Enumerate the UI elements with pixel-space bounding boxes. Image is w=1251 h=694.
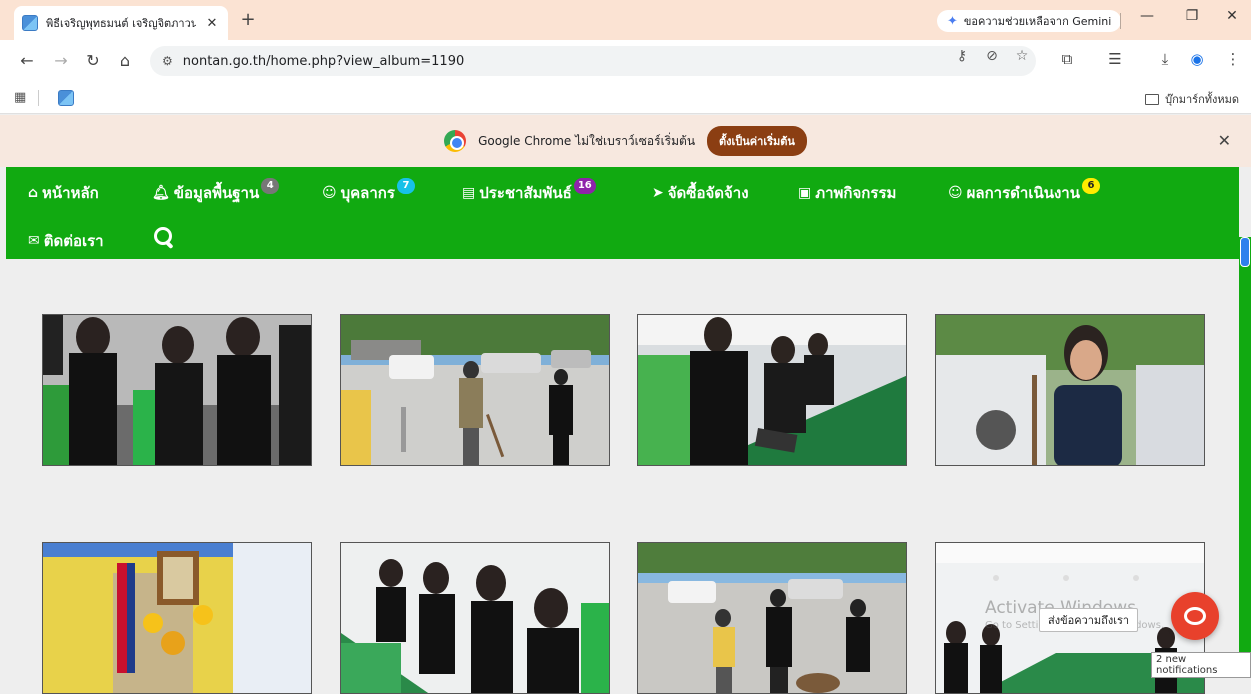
all-bookmarks-button[interactable]: บุ๊กมาร์กทั้งหมด <box>1145 90 1239 108</box>
site-settings-icon[interactable]: ⚙ <box>162 54 173 68</box>
window-close-icon[interactable]: ✕ <box>1217 8 1247 24</box>
nav-procurement-label: จัดซื้อจัดจ้าง <box>667 184 749 202</box>
chrome-logo-icon <box>444 130 467 152</box>
photo-thumbnail[interactable] <box>42 314 312 466</box>
photo-praying-table-image <box>638 315 906 465</box>
photo-cleanup-yard-image <box>638 543 906 693</box>
home-icon[interactable]: ⌂ <box>114 51 136 70</box>
page-scrollbar-thumb[interactable] <box>1240 237 1250 267</box>
basic-info-count-badge: 4 <box>261 178 280 194</box>
performance-count-badge: 6 <box>1081 178 1100 194</box>
default-browser-infobar: Google Chrome ไม่ใช่เบราว์เซอร์เริ่มต้น … <box>0 115 1251 167</box>
password-key-icon[interactable]: ⚷ <box>952 48 972 64</box>
address-bar[interactable]: ⚙ nontan.go.th/home.php?view_album=1190 <box>150 46 1036 76</box>
photo-thumbnail[interactable] <box>637 314 907 466</box>
gemini-button[interactable]: ✦ ขอความช่วยเหลือจาก Gemini <box>937 10 1122 32</box>
nav-home-label: หน้าหลัก <box>42 184 99 202</box>
extensions-puzzle-icon[interactable]: ⧉ <box>1056 50 1078 68</box>
photo-altar-image <box>43 543 311 693</box>
tab-title: พิธีเจริญพุทธมนต์ เจริญจิตภาวนา (ม <box>46 17 196 30</box>
apps-grid-icon[interactable]: ▦ <box>14 90 26 105</box>
nav-basic-info-label: ข้อมูลพื้นฐาน <box>173 184 260 202</box>
infobar-message: Google Chrome ไม่ใช่เบราว์เซอร์เริ่มต้น <box>478 133 696 148</box>
paper-plane-icon: ➤ <box>652 185 664 201</box>
url-text: nontan.go.th/home.php?view_album=1190 <box>182 53 465 69</box>
menu-dots-icon[interactable]: ⋮ <box>1222 50 1244 68</box>
restore-icon[interactable]: ❐ <box>1177 8 1207 24</box>
nav-activities[interactable]: ▣ ภาพกิจกรรม <box>798 181 896 205</box>
nav-procurement[interactable]: ➤ จัดซื้อจัดจ้าง <box>652 181 749 205</box>
profile-icon[interactable]: ◉ <box>1186 50 1208 68</box>
search-icon[interactable] <box>154 227 174 247</box>
nav-personnel-label: บุคลากร <box>340 184 395 202</box>
nav-contact[interactable]: ✉ ติดต่อเรา <box>28 229 104 253</box>
nav-activities-label: ภาพกิจกรรม <box>815 184 897 202</box>
photo-thumbnail[interactable] <box>935 314 1205 466</box>
newspaper-icon: ▤ <box>462 185 476 201</box>
nav-performance-label: ผลการดำเนินงาน <box>966 184 1080 202</box>
tab-close-icon[interactable]: ✕ <box>204 16 220 31</box>
site-navbar: ⌂ หน้าหลัก 🔔︎ ข้อมูลพื้นฐาน 4 ☺ บุคลากร … <box>6 167 1239 259</box>
gemini-spark-icon: ✦ <box>947 13 958 29</box>
photo-thumbnail[interactable] <box>340 314 610 466</box>
image-icon: ▣ <box>798 185 812 201</box>
photo-group-praying-image <box>341 543 609 693</box>
page-scrollbar-track[interactable] <box>1239 237 1251 668</box>
back-arrow-icon[interactable]: ← <box>16 51 38 70</box>
nav-contact-label: ติดต่อเรา <box>43 232 104 250</box>
bell-icon: 🔔︎ <box>152 185 170 201</box>
user-circle-icon: ☺ <box>948 185 963 201</box>
all-bookmarks-label: บุ๊กมาร์กทั้งหมด <box>1165 93 1239 106</box>
reading-list-icon[interactable]: ☰ <box>1104 50 1126 68</box>
photo-ceremony-seated-image <box>43 315 311 465</box>
titlebar-divider <box>1120 13 1121 29</box>
infobar-close-icon[interactable]: ✕ <box>1218 131 1231 150</box>
nav-pr[interactable]: ▤ ประชาสัมพันธ์ 16 <box>462 178 596 205</box>
bookmark-star-icon[interactable]: ☆ <box>1012 48 1032 64</box>
browser-tab[interactable]: พิธีเจริญพุทธมนต์ เจริญจิตภาวนา (ม ✕ <box>14 6 228 40</box>
bookmarks-bar: ▦ บุ๊กมาร์กทั้งหมด <box>0 82 1251 114</box>
gemini-label: ขอความช่วยเหลือจาก Gemini <box>963 15 1112 28</box>
pr-count-badge: 16 <box>573 178 596 194</box>
photo-sweeping-parking-image <box>341 315 609 465</box>
bookmark-favicon-icon[interactable] <box>58 90 74 106</box>
eye-off-icon[interactable]: ⊘ <box>982 48 1002 64</box>
set-default-button[interactable]: ตั้งเป็นค่าเริ่มต้น <box>707 126 807 156</box>
browser-tab-bar: พิธีเจริญพุทธมนต์ เจริญจิตภาวนา (ม ✕ + ✦… <box>0 0 1251 40</box>
nav-performance[interactable]: ☺ ผลการดำเนินงาน 6 <box>948 178 1100 205</box>
nav-pr-label: ประชาสัมพันธ์ <box>479 184 572 202</box>
user-circle-icon: ☺ <box>322 185 337 201</box>
photo-thumbnail[interactable] <box>42 542 312 694</box>
bookmarks-divider <box>38 90 39 106</box>
forward-arrow-icon[interactable]: → <box>50 51 72 70</box>
photo-woman-smiling-image <box>936 315 1204 465</box>
new-tab-plus-icon[interactable]: + <box>238 9 258 30</box>
minimize-icon[interactable]: — <box>1132 8 1162 24</box>
browser-toolbar: ← → ↻ ⌂ ⚙ nontan.go.th/home.php?view_alb… <box>0 40 1251 82</box>
chat-bubble-icon <box>1184 607 1206 625</box>
chat-button[interactable] <box>1171 592 1219 640</box>
envelope-icon: ✉ <box>28 233 40 249</box>
reload-icon[interactable]: ↻ <box>82 51 104 70</box>
photo-thumbnail[interactable] <box>637 542 907 694</box>
home-icon: ⌂ <box>28 185 39 201</box>
download-icon[interactable]: ⤓ <box>1154 50 1176 68</box>
personnel-count-badge: 7 <box>396 178 415 194</box>
nav-basic-info[interactable]: 🔔︎ ข้อมูลพื้นฐาน 4 <box>152 178 280 205</box>
photo-thumbnail[interactable] <box>340 542 610 694</box>
nav-personnel[interactable]: ☺ บุคลากร 7 <box>322 178 415 205</box>
notifications-toast[interactable]: 2 new notifications <box>1151 652 1251 678</box>
nav-home[interactable]: ⌂ หน้าหลัก <box>28 181 99 205</box>
folder-icon <box>1145 93 1160 105</box>
chat-label[interactable]: ส่งข้อความถึงเรา <box>1039 608 1139 632</box>
site-favicon-icon <box>22 15 38 31</box>
